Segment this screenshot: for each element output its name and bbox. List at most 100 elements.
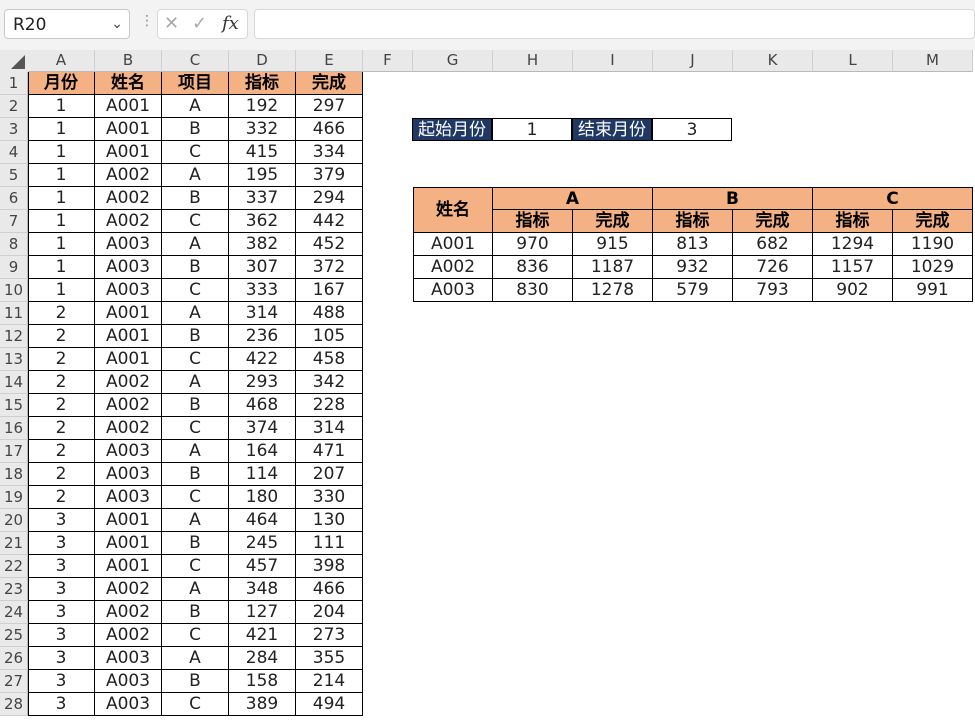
source-data-cell[interactable]: 1 — [28, 210, 95, 233]
source-data-cell[interactable]: 1 — [28, 141, 95, 164]
source-data-cell[interactable]: 355 — [296, 647, 363, 670]
source-data-cell[interactable]: 468 — [229, 394, 296, 417]
row-header-28[interactable]: 28 — [0, 693, 28, 716]
row-header-6[interactable]: 6 — [0, 187, 28, 210]
source-data-cell[interactable]: 130 — [296, 509, 363, 532]
source-data-cell[interactable]: A — [162, 371, 229, 394]
source-data-cell[interactable]: 494 — [296, 693, 363, 716]
summary-sub-header[interactable]: 完成 — [573, 210, 653, 233]
source-data-cell[interactable]: 1 — [28, 164, 95, 187]
row-header-14[interactable]: 14 — [0, 371, 28, 394]
end-month-value[interactable]: 3 — [652, 118, 732, 141]
source-data-cell[interactable]: 1 — [28, 279, 95, 302]
summary-data-cell[interactable]: A003 — [413, 279, 493, 302]
row-header-4[interactable]: 4 — [0, 141, 28, 164]
source-data-cell[interactable]: 214 — [296, 670, 363, 693]
row-header-1[interactable]: 1 — [0, 72, 28, 95]
end-month-label[interactable]: 结束月份 — [572, 118, 652, 141]
source-data-cell[interactable]: 466 — [296, 118, 363, 141]
source-data-cell[interactable]: 1 — [28, 95, 95, 118]
row-header-22[interactable]: 22 — [0, 555, 28, 578]
start-month-value[interactable]: 1 — [492, 118, 572, 141]
source-data-cell[interactable]: 2 — [28, 325, 95, 348]
source-data-cell[interactable]: 207 — [296, 463, 363, 486]
source-data-cell[interactable]: 314 — [296, 417, 363, 440]
source-data-cell[interactable]: B — [162, 394, 229, 417]
summary-data-cell[interactable]: 813 — [653, 233, 733, 256]
source-data-cell[interactable]: 314 — [229, 302, 296, 325]
confirm-icon[interactable]: ✓ — [192, 13, 207, 34]
summary-data-cell[interactable]: 579 — [653, 279, 733, 302]
source-data-cell[interactable]: 415 — [229, 141, 296, 164]
source-data-cell[interactable]: 180 — [229, 486, 296, 509]
source-data-cell[interactable]: 3 — [28, 624, 95, 647]
summary-data-cell[interactable]: A001 — [413, 233, 493, 256]
source-data-cell[interactable]: 382 — [229, 233, 296, 256]
source-data-cell[interactable]: 3 — [28, 509, 95, 532]
source-data-cell[interactable]: A001 — [95, 95, 162, 118]
source-header-cell[interactable]: 项目 — [162, 72, 229, 95]
source-data-cell[interactable]: 362 — [229, 210, 296, 233]
source-header-cell[interactable]: 月份 — [28, 72, 95, 95]
source-data-cell[interactable]: 2 — [28, 440, 95, 463]
source-data-cell[interactable]: 236 — [229, 325, 296, 348]
source-data-cell[interactable]: 398 — [296, 555, 363, 578]
source-data-cell[interactable]: 379 — [296, 164, 363, 187]
name-box[interactable]: R20 ⌄ — [4, 9, 130, 39]
summary-group-header[interactable]: B — [653, 187, 813, 210]
source-data-cell[interactable]: 457 — [229, 555, 296, 578]
source-data-cell[interactable]: 1 — [28, 187, 95, 210]
summary-sub-header[interactable]: 指标 — [653, 210, 733, 233]
summary-data-cell[interactable]: 1187 — [573, 256, 653, 279]
column-header-I[interactable]: I — [573, 50, 653, 72]
column-header-B[interactable]: B — [95, 50, 162, 72]
source-data-cell[interactable]: A003 — [95, 486, 162, 509]
source-data-cell[interactable]: B — [162, 670, 229, 693]
source-data-cell[interactable]: 3 — [28, 647, 95, 670]
source-data-cell[interactable]: 294 — [296, 187, 363, 210]
source-header-cell[interactable]: 指标 — [229, 72, 296, 95]
source-data-cell[interactable]: 158 — [229, 670, 296, 693]
source-data-cell[interactable]: A — [162, 647, 229, 670]
source-data-cell[interactable]: 330 — [296, 486, 363, 509]
row-header-8[interactable]: 8 — [0, 233, 28, 256]
column-header-K[interactable]: K — [733, 50, 813, 72]
source-data-cell[interactable]: 297 — [296, 95, 363, 118]
source-data-cell[interactable]: 111 — [296, 532, 363, 555]
source-data-cell[interactable]: 374 — [229, 417, 296, 440]
source-data-cell[interactable]: A — [162, 440, 229, 463]
source-data-cell[interactable]: A003 — [95, 233, 162, 256]
source-data-cell[interactable]: B — [162, 256, 229, 279]
source-data-cell[interactable]: 105 — [296, 325, 363, 348]
source-data-cell[interactable]: 3 — [28, 693, 95, 716]
source-data-cell[interactable]: A002 — [95, 394, 162, 417]
source-data-cell[interactable]: 3 — [28, 670, 95, 693]
summary-data-cell[interactable]: 726 — [733, 256, 813, 279]
source-data-cell[interactable]: A001 — [95, 302, 162, 325]
source-data-cell[interactable]: A — [162, 164, 229, 187]
source-data-cell[interactable]: 114 — [229, 463, 296, 486]
source-data-cell[interactable]: A002 — [95, 601, 162, 624]
row-header-15[interactable]: 15 — [0, 394, 28, 417]
summary-data-cell[interactable]: 830 — [493, 279, 573, 302]
source-data-cell[interactable]: A002 — [95, 624, 162, 647]
source-data-cell[interactable]: 1 — [28, 118, 95, 141]
source-data-cell[interactable]: 2 — [28, 394, 95, 417]
row-header-20[interactable]: 20 — [0, 509, 28, 532]
source-data-cell[interactable]: 228 — [296, 394, 363, 417]
source-data-cell[interactable]: 2 — [28, 348, 95, 371]
summary-data-cell[interactable]: 682 — [733, 233, 813, 256]
source-data-cell[interactable]: 164 — [229, 440, 296, 463]
summary-data-cell[interactable]: 793 — [733, 279, 813, 302]
formula-input[interactable] — [254, 9, 975, 39]
column-header-J[interactable]: J — [653, 50, 733, 72]
source-data-cell[interactable]: A — [162, 233, 229, 256]
row-header-26[interactable]: 26 — [0, 647, 28, 670]
source-data-cell[interactable]: C — [162, 279, 229, 302]
summary-data-cell[interactable]: 836 — [493, 256, 573, 279]
source-data-cell[interactable]: 2 — [28, 302, 95, 325]
source-data-cell[interactable]: 245 — [229, 532, 296, 555]
row-header-12[interactable]: 12 — [0, 325, 28, 348]
source-data-cell[interactable]: A003 — [95, 440, 162, 463]
source-data-cell[interactable]: C — [162, 141, 229, 164]
